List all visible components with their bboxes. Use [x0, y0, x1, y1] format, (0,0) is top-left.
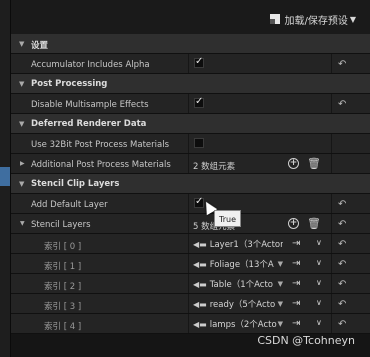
property-use-32bit: Use 32Bit Post Process Materials — [11, 134, 370, 154]
actor-layer-dropdown[interactable]: ◀▬ Foliage（13个A ▼ — [193, 258, 283, 271]
property-additional-materials: ▶ Additional Post Process Materials 2 数组… — [11, 154, 370, 174]
collapse-arrow-icon[interactable]: ▼ — [19, 40, 24, 48]
collapse-arrow-icon[interactable]: ▼ — [19, 80, 24, 88]
tooltip: True — [214, 210, 241, 227]
chevron-down-icon[interactable]: ∨ — [316, 298, 322, 307]
collapse-arrow-icon[interactable]: ▼ — [19, 120, 24, 128]
chevron-down-icon: ▼ — [349, 14, 356, 24]
outliner-strip — [0, 0, 11, 357]
chevron-down-icon[interactable]: ∨ — [316, 238, 322, 247]
chevron-down-icon: ▼ — [277, 260, 283, 268]
eye-icon: ◀▬ — [193, 239, 207, 249]
actor-layer-dropdown[interactable]: ◀▬ ready（5个Acto ▼ — [193, 298, 283, 311]
reset-icon[interactable]: ↶ — [338, 279, 346, 290]
load-save-preset-button[interactable]: 加载/保存预设 ▼ — [270, 12, 356, 27]
reset-icon[interactable]: ↶ — [338, 59, 346, 70]
outliner-selection[interactable] — [0, 167, 10, 186]
reset-icon[interactable]: ↶ — [338, 219, 346, 230]
reset-icon[interactable]: ↶ — [338, 199, 346, 210]
watermark: CSDN @Tcohneyn — [257, 334, 355, 347]
preset-label: 加载/保存预设 — [284, 15, 348, 27]
details-panel: ▼ 设置 Accumulator Includes Alpha ↶ ▼ Post… — [11, 34, 370, 334]
property-disable-multisample: Disable Multisample Effects ↶ — [11, 94, 370, 114]
category-settings[interactable]: ▼ 设置 — [11, 34, 370, 54]
category-post-processing[interactable]: ▼ Post Processing — [11, 74, 370, 94]
eye-icon: ◀▬ — [193, 279, 207, 289]
property-accumulator-includes-alpha: Accumulator Includes Alpha ↶ — [11, 54, 370, 74]
add-element-icon[interactable]: + — [288, 158, 299, 169]
actor-layer-dropdown[interactable]: ◀▬ lamps（2个Acto ▼ — [193, 318, 283, 331]
preset-icon — [270, 14, 281, 24]
add-element-icon[interactable]: + — [288, 218, 299, 229]
trash-icon[interactable]: 🗑 — [307, 217, 321, 230]
property-stencil-layers: ▼ Stencil Layers 5 数组元素 + 🗑 ↶ — [11, 214, 370, 234]
stencil-layer-item: 索引 [ 3 ] ◀▬ ready（5个Acto ▼ ⇥ ∨ ↶ — [11, 294, 370, 314]
category-stencil-clip-layers[interactable]: ▼ Stencil Clip Layers — [11, 174, 370, 194]
expand-arrow-icon[interactable]: ▶ — [20, 160, 25, 167]
goto-icon[interactable]: ⇥ — [292, 258, 300, 269]
goto-icon[interactable]: ⇥ — [292, 318, 300, 329]
use32bit-checkbox[interactable] — [194, 138, 204, 148]
stencil-layer-item: 索引 [ 4 ] ◀▬ lamps（2个Acto ▼ ⇥ ∨ ↶ — [11, 314, 370, 334]
eye-icon: ◀▬ — [193, 299, 207, 309]
goto-icon[interactable]: ⇥ — [292, 298, 300, 309]
reset-icon[interactable]: ↶ — [338, 259, 346, 270]
trash-icon[interactable]: 🗑 — [307, 157, 321, 170]
chevron-down-icon: ▼ — [277, 320, 283, 328]
category-deferred-renderer[interactable]: ▼ Deferred Renderer Data — [11, 114, 370, 134]
collapse-arrow-icon[interactable]: ▼ — [19, 180, 24, 188]
reset-icon[interactable]: ↶ — [338, 319, 346, 330]
chevron-down-icon: ▼ — [277, 300, 283, 308]
chevron-down-icon[interactable]: ∨ — [316, 318, 322, 327]
chevron-down-icon[interactable]: ∨ — [316, 258, 322, 267]
eye-icon: ◀▬ — [193, 259, 207, 269]
details-toolbar: 加载/保存预设 ▼ — [11, 0, 370, 34]
property-add-default-layer: Add Default Layer ↶ — [11, 194, 370, 214]
stencil-layer-item: 索引 [ 0 ] ◀▬ Layer1（3个Actor ▼ ⇥ ∨ ↶ — [11, 234, 370, 254]
chevron-down-icon[interactable]: ∨ — [316, 278, 322, 287]
actor-layer-dropdown[interactable]: ◀▬ Layer1（3个Actor ▼ — [193, 238, 283, 251]
stencil-layer-item: 索引 [ 1 ] ◀▬ Foliage（13个A ▼ ⇥ ∨ ↶ — [11, 254, 370, 274]
stencil-layer-item: 索引 [ 2 ] ◀▬ Table（1个Acto ▼ ⇥ ∨ ↶ — [11, 274, 370, 294]
collapse-arrow-icon[interactable]: ▼ — [20, 220, 25, 227]
eye-icon: ◀▬ — [193, 319, 207, 329]
goto-icon[interactable]: ⇥ — [292, 238, 300, 249]
reset-icon[interactable]: ↶ — [338, 299, 346, 310]
goto-icon[interactable]: ⇥ — [292, 278, 300, 289]
accumulator-checkbox[interactable] — [194, 56, 204, 68]
actor-layer-dropdown[interactable]: ◀▬ Table（1个Acto ▼ — [193, 278, 283, 291]
multisample-checkbox[interactable] — [194, 96, 204, 108]
chevron-down-icon: ▼ — [277, 280, 283, 288]
array-count: 2 数组元素 — [193, 162, 236, 172]
reset-icon[interactable]: ↶ — [338, 239, 346, 250]
reset-icon[interactable]: ↶ — [338, 99, 346, 110]
